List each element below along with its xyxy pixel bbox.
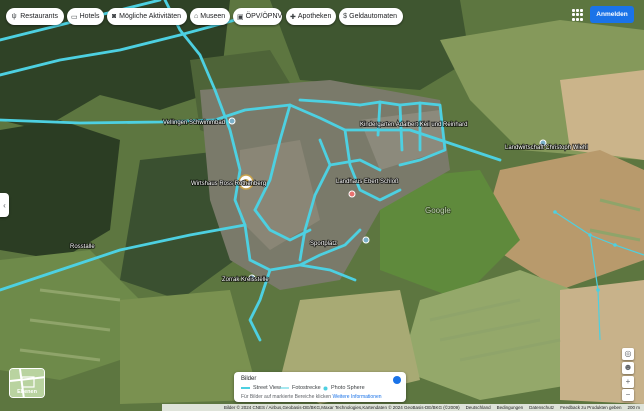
terms-link[interactable]: Bedingungen: [497, 405, 524, 410]
photo-sphere-dot: [553, 210, 557, 214]
apps-grid-icon[interactable]: [572, 9, 584, 21]
imagery-legend: Bilder Street View Fotostrecke Photo Sph…: [234, 372, 406, 402]
map-label: Wirtshaus Ross Rothenberg: [191, 181, 266, 187]
legend-item-photo-path: Fotostrecke: [280, 385, 321, 391]
crosshair-icon: ◎: [624, 349, 632, 358]
line-swatch-icon: [241, 387, 250, 389]
map-label: Landhaus Ebert Schloß: [336, 179, 399, 185]
map-label: Landwirtschaft Christoph Wiehl: [505, 145, 588, 151]
legend-subtitle: Für Bilder auf markierte Bereiche klicke…: [241, 394, 382, 400]
map-footer: Bilder © 2024 CNES / Airbus,Geobasis-DE/…: [0, 404, 644, 411]
legend-item-photo-sphere: Photo Sphere: [323, 385, 365, 391]
thin-line-swatch-icon: [280, 387, 289, 389]
map-label: Sportplatz: [310, 241, 337, 247]
chip-pharmacies[interactable]: ✚ Apotheken: [286, 8, 336, 25]
photo-sphere-dot: [613, 243, 617, 247]
map-label: Vellingen Schwimmbad: [163, 120, 225, 126]
bed-icon: ▭: [71, 13, 78, 21]
map-label: Kindergarten Adalbert Keil und Reinhard: [360, 122, 467, 128]
chip-activities[interactable]: ◙ Mögliche Aktivitäten: [107, 8, 187, 25]
satellite-map[interactable]: Vellingen Schwimmbad Wirtshaus Ross Roth…: [0, 0, 644, 411]
plus-icon: +: [625, 377, 631, 386]
pegman-icon: ☻: [623, 362, 633, 372]
layers-label: Ebenen: [17, 389, 37, 395]
pegman-button[interactable]: ☻: [622, 362, 634, 374]
sign-in-button[interactable]: Anmelden: [590, 6, 634, 23]
fork-knife-icon: ψ: [11, 13, 17, 20]
layers-button[interactable]: Ebenen: [9, 368, 45, 398]
zoom-in-button[interactable]: +: [622, 376, 634, 388]
map-watermark: Google: [425, 206, 451, 215]
feedback-link[interactable]: Feedback zu Produkten geben: [560, 405, 621, 410]
collapse-panel-button[interactable]: ‹: [0, 193, 9, 217]
chip-hotels[interactable]: ▭ Hotels: [67, 8, 104, 25]
pharmacy-icon: ✚: [290, 13, 296, 21]
museum-icon: ⌂: [194, 13, 199, 20]
chip-museums[interactable]: ⌂ Museen: [190, 8, 230, 25]
map-label: Zorrak Kreisstelle: [222, 277, 269, 283]
chevron-left-icon: ‹: [3, 200, 6, 210]
photo-sphere-dot: [588, 233, 592, 237]
attribution-text: Bilder © 2024 CNES / Airbus,Geobasis-DE/…: [223, 405, 460, 410]
chip-atm[interactable]: $ Geldautomaten: [339, 8, 403, 25]
legend-title: Bilder: [241, 376, 257, 382]
chip-restaurants[interactable]: ψ Restaurants: [6, 8, 64, 25]
dot-swatch-icon: [323, 386, 328, 390]
scale-bar[interactable]: 200 m: [627, 405, 640, 410]
camera-icon: ◙: [111, 13, 117, 20]
location-button[interactable]: ◎: [622, 348, 634, 360]
close-legend-button[interactable]: [393, 376, 401, 384]
more-info-link[interactable]: Weitere Informationen: [332, 394, 381, 400]
bus-icon: ▣: [237, 13, 244, 21]
map-label: Rosstalle: [70, 244, 95, 250]
country-label: Deutschland: [465, 405, 491, 410]
privacy-link[interactable]: Datenschutz: [529, 405, 554, 410]
zoom-out-button[interactable]: −: [622, 389, 634, 401]
photo-sphere-dot: [596, 288, 600, 292]
legend-item-street-view: Street View: [241, 385, 281, 391]
chip-transit[interactable]: ▣ ÖPV/ÖPNV: [233, 8, 282, 25]
atm-icon: $: [343, 13, 348, 20]
minus-icon: −: [625, 390, 631, 399]
